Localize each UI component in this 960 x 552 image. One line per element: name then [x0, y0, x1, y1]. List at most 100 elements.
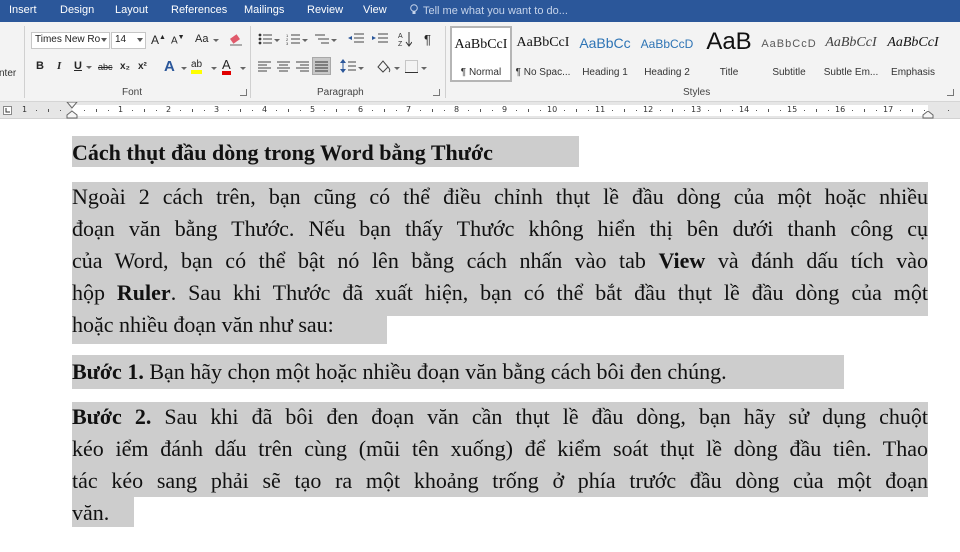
bullets-icon[interactable]	[258, 33, 272, 45]
style-name: Heading 2	[644, 67, 690, 78]
font-group-label: Font	[122, 87, 143, 98]
chevron-down-icon[interactable]	[358, 67, 364, 70]
ruler-number: 9	[502, 105, 508, 114]
sort-icon[interactable]: AZ	[398, 31, 412, 47]
style-name: Emphasis	[891, 67, 935, 78]
font-name-box[interactable]: Times New Ro	[31, 32, 110, 49]
ruler-tick	[276, 110, 277, 111]
style-name: ¶ No Spac...	[515, 67, 571, 78]
chevron-down-icon[interactable]	[213, 39, 219, 42]
indent-markers-icon[interactable]	[66, 102, 78, 119]
tab-review[interactable]: Review	[307, 4, 343, 16]
tab-view[interactable]: View	[363, 4, 387, 16]
tell-me-text: Tell me what you want to do...	[423, 5, 568, 17]
bold-term-view: View	[658, 248, 706, 273]
change-case-button[interactable]: Aa	[195, 33, 208, 45]
tab-layout[interactable]: Layout	[115, 4, 148, 16]
chevron-down-icon[interactable]	[211, 67, 217, 70]
bold-term-ruler: Ruler	[116, 280, 171, 305]
ruler-tick	[84, 110, 85, 111]
ruler-tick	[288, 109, 289, 112]
chevron-down-icon[interactable]	[302, 39, 308, 42]
paragraph-line: kéo iểm đánh dấu trên cùng (mũi tên xuốn…	[72, 436, 928, 461]
chevron-down-icon[interactable]	[101, 38, 107, 42]
tab-insert[interactable]: Insert	[9, 4, 37, 16]
tab-design[interactable]: Design	[60, 4, 94, 16]
ruler-number: 6	[358, 105, 364, 114]
ruler-tick	[48, 109, 49, 112]
right-indent-marker-icon[interactable]	[922, 111, 934, 119]
tab-selector-icon[interactable]	[3, 106, 12, 115]
dialog-launcher-icon[interactable]	[947, 89, 954, 96]
font-color-icon: A	[222, 57, 231, 72]
style-heading-1[interactable]: AaBbCc Heading 1	[574, 26, 636, 82]
ruler-tick	[852, 110, 853, 111]
dialog-launcher-icon[interactable]	[240, 89, 247, 96]
ruler-number: 17	[883, 105, 894, 114]
style-heading-2[interactable]: AaBbCcD Heading 2	[636, 26, 698, 82]
ruler-tick	[108, 110, 109, 111]
style-preview: AaB	[706, 28, 752, 55]
multilevel-list-icon[interactable]	[315, 33, 329, 45]
text-effects-button[interactable]: A	[164, 58, 175, 75]
grow-font-button[interactable]: A▲	[151, 33, 166, 47]
style-title[interactable]: AaB Title	[698, 26, 760, 82]
chevron-down-icon[interactable]	[331, 39, 337, 42]
group-separator	[24, 26, 25, 98]
paragraph-line: của Word, bạn có thể bật nó lên bằng các…	[72, 248, 928, 274]
style-preview: AaBbCcI	[454, 37, 508, 52]
chevron-down-icon[interactable]	[86, 66, 92, 69]
clear-formatting-icon[interactable]	[229, 33, 243, 46]
numbering-icon[interactable]: 123	[286, 33, 300, 45]
style-subtle-emphasis[interactable]: AaBbCcI Subtle Em...	[820, 26, 882, 82]
line-spacing-icon[interactable]	[340, 59, 356, 73]
styles-group-label: Styles	[683, 87, 711, 98]
ruler-tick	[36, 110, 37, 111]
chevron-down-icon[interactable]	[421, 67, 427, 70]
justify-button[interactable]	[312, 57, 331, 75]
ruler-number: 13	[691, 105, 702, 114]
shrink-font-icon: A	[171, 35, 178, 47]
step-2-text: Sau khi đã bôi đen đoạn văn cần thụt lề …	[151, 404, 928, 429]
style-subtitle[interactable]: AaBbCcD Subtitle	[758, 26, 820, 82]
ruler-number: 12	[643, 105, 654, 114]
horizontal-ruler[interactable]: 1 1 2 3 4 5 6 7 8 9 10 11 12 13 14 15 16 17	[0, 102, 960, 119]
ruler-number: 7	[406, 105, 412, 114]
strikethrough-button[interactable]: abc	[98, 62, 113, 72]
document-page[interactable]: Cách thụt đầu dòng trong Word bằng Thước…	[0, 119, 960, 552]
shrink-font-button[interactable]: A▼	[171, 34, 185, 46]
style-emphasis[interactable]: AaBbCcI Emphasis	[882, 26, 944, 82]
align-right-icon[interactable]	[296, 61, 309, 72]
font-size-box[interactable]: 14	[111, 32, 146, 49]
style-no-spacing[interactable]: AaBbCcI ¶ No Spac...	[512, 26, 574, 82]
align-center-icon[interactable]	[277, 61, 290, 72]
tab-references[interactable]: References	[171, 4, 227, 16]
borders-icon[interactable]	[405, 60, 418, 73]
underline-button[interactable]: U	[74, 60, 82, 72]
superscript-button[interactable]: x²	[138, 61, 147, 72]
tell-me-search[interactable]: Tell me what you want to do...	[409, 4, 568, 17]
bold-button[interactable]: B	[36, 60, 44, 72]
style-normal[interactable]: AaBbCcI ¶ Normal	[450, 26, 512, 82]
shading-icon[interactable]	[376, 59, 391, 73]
tab-mailings[interactable]: Mailings	[244, 4, 284, 16]
increase-indent-icon[interactable]	[372, 33, 388, 45]
ruler-tick	[444, 110, 445, 111]
subscript-button[interactable]: x₂	[120, 61, 130, 72]
dialog-launcher-icon[interactable]	[433, 89, 440, 96]
ruler-text-area	[72, 105, 928, 116]
chevron-down-icon[interactable]	[181, 67, 187, 70]
highlight-color-button[interactable]: ab	[191, 59, 203, 74]
font-color-button[interactable]: A	[222, 58, 231, 75]
chevron-down-icon[interactable]	[240, 67, 246, 70]
ruler-tick	[204, 110, 205, 111]
align-left-icon[interactable]	[258, 61, 271, 72]
chevron-down-icon[interactable]	[274, 39, 280, 42]
chevron-down-icon[interactable]	[394, 67, 400, 70]
italic-button[interactable]: I	[57, 60, 61, 72]
decrease-indent-icon[interactable]	[348, 33, 364, 45]
show-formatting-marks-icon[interactable]: ¶	[424, 32, 431, 47]
style-preview: AaBbCcD	[640, 37, 694, 51]
style-name: Subtitle	[772, 67, 806, 78]
chevron-down-icon[interactable]	[137, 38, 143, 42]
